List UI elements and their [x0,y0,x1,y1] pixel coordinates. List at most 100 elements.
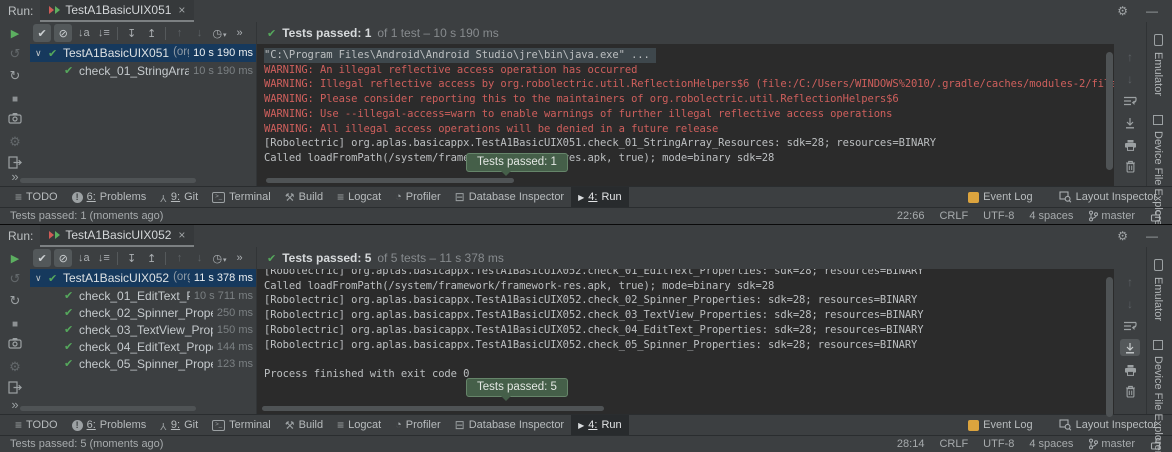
toolwindow-todo[interactable]: TODO [8,187,65,207]
show-passed-toggle[interactable]: ✔ [33,249,51,267]
encoding-indicator[interactable]: UTF-8 [983,210,1014,222]
previous-occurrence-icon[interactable]: ↑ [171,27,188,39]
up-arrow-icon[interactable]: ↑ [1120,48,1140,65]
toolwindow-database-inspector[interactable]: Database Inspector [448,187,571,207]
test-result-row[interactable]: ✔ check_03_TextView_Properties 150 ms [30,321,256,338]
run-tab[interactable]: TestA1BasicUIX052 × [40,225,194,247]
indent-indicator[interactable]: 4 spaces [1029,438,1073,450]
indent-indicator[interactable]: 4 spaces [1029,210,1073,222]
layout-inspector-button[interactable]: Layout Inspector [1052,419,1164,431]
layout-inspector-button[interactable]: Layout Inspector [1052,191,1164,203]
tab-device-file-explorer[interactable]: Device File Explorer [1152,340,1164,452]
test-result-row[interactable]: ✔ check_01_EditText_Properties 10 s 711 … [30,287,256,304]
test-result-row[interactable]: ✔ check_04_EditText_Properties 144 ms [30,338,256,355]
test-history-icon[interactable]: ◷▾ [211,27,228,40]
toolwindow-database-inspector[interactable]: Database Inspector [448,415,571,435]
trash-icon[interactable] [1120,158,1140,175]
tree-horizontal-scrollbar[interactable] [20,178,196,183]
toolwindow-build[interactable]: Build [278,415,330,435]
console-horizontal-scrollbar[interactable] [266,178,514,183]
chevron-down-icon[interactable]: ∨ [35,48,48,59]
thread-dump-camera-icon[interactable] [0,337,30,349]
tree-horizontal-scrollbar[interactable] [20,406,196,411]
toolwindow-build[interactable]: Build [278,187,330,207]
sort-by-duration-icon[interactable]: ↓≡ [95,252,112,264]
more-toolbar-icon[interactable]: » [231,27,248,39]
collapse-all-icon[interactable]: ↥ [143,252,160,265]
caret-position[interactable]: 22:66 [897,210,925,222]
test-settings-gear-icon[interactable]: ⚙ [0,134,30,149]
down-arrow-icon[interactable]: ↓ [1120,295,1140,312]
toolwindow-profiler[interactable]: Profiler [388,415,448,435]
toolwindow-problems[interactable]: 6: Problems [65,187,154,207]
git-branch-indicator[interactable]: master [1088,210,1135,222]
stop-icon[interactable]: ■ [0,92,30,107]
import-test-results-icon[interactable] [0,156,30,169]
line-ending-indicator[interactable]: CRLF [939,210,968,222]
soft-wrap-icon[interactable] [1120,317,1140,334]
trash-icon[interactable] [1120,383,1140,400]
soft-wrap-icon[interactable] [1120,92,1140,109]
toolwindow-problems[interactable]: 6: Problems [65,415,154,435]
expand-all-icon[interactable]: ↧ [123,27,140,40]
toolwindow-logcat[interactable]: Logcat [330,187,388,207]
toolwindow-terminal[interactable]: Terminal [205,415,278,435]
chevron-down-icon[interactable]: ∨ [35,273,48,284]
rerun-icon[interactable]: ↻ [0,68,30,83]
encoding-indicator[interactable]: UTF-8 [983,438,1014,450]
test-settings-gear-icon[interactable]: ⚙ [0,359,30,374]
console-horizontal-scrollbar[interactable] [262,406,604,411]
next-occurrence-icon[interactable]: ↓ [191,27,208,39]
test-suite-row[interactable]: ∨ ✔ TestA1BasicUIX051(org.aplas.basica 1… [30,44,256,62]
sort-by-duration-icon[interactable]: ↓≡ [95,27,112,39]
toolwindow-run[interactable]: 4: Run [571,187,629,207]
close-tab-icon[interactable]: × [178,228,185,242]
rerun-icon[interactable]: ↻ [0,293,30,308]
stop-icon[interactable]: ■ [0,317,30,332]
run-tab[interactable]: TestA1BasicUIX051 × [40,0,194,22]
scroll-to-end-icon[interactable] [1120,114,1140,131]
git-branch-indicator[interactable]: master [1088,438,1135,450]
tab-emulator[interactable]: Emulator [1152,34,1164,96]
console-output[interactable]: [Robolectric] org.aplas.basicappx.TestA1… [257,269,1114,414]
import-test-results-icon[interactable] [0,381,30,394]
previous-occurrence-icon[interactable]: ↑ [171,252,188,264]
toolwindow-git[interactable]: 9: Git [153,187,205,207]
scroll-to-end-icon[interactable] [1120,339,1140,356]
test-history-icon[interactable]: ◷▾ [211,252,228,265]
test-result-row[interactable]: ✔ check_01_StringArray_Resources 10 s 19… [30,62,256,79]
test-result-row[interactable]: ✔ check_02_Spinner_Properties 250 ms [30,304,256,321]
show-ignored-toggle[interactable]: ⊘ [54,249,72,267]
rerun-failed-tests-icon[interactable]: ↺ [0,271,30,286]
tab-emulator[interactable]: Emulator [1152,259,1164,321]
show-passed-toggle[interactable]: ✔ [33,24,51,42]
collapse-all-icon[interactable]: ↥ [143,27,160,40]
toolwindow-logcat[interactable]: Logcat [330,415,388,435]
toolwindow-run[interactable]: 4: Run [571,415,629,435]
console-vertical-scrollbar[interactable] [1106,52,1113,170]
print-icon[interactable] [1120,136,1140,153]
expand-all-icon[interactable]: ↧ [123,252,140,265]
rerun-tests-button[interactable]: ▶ [0,27,30,42]
event-log-button[interactable]: Event Log [961,191,1040,203]
down-arrow-icon[interactable]: ↓ [1120,70,1140,87]
rerun-failed-tests-icon[interactable]: ↺ [0,46,30,61]
sort-alphabetically-icon[interactable]: ↓a [75,27,92,39]
more-toolbar-icon[interactable]: » [231,252,248,264]
show-ignored-toggle[interactable]: ⊘ [54,24,72,42]
toolwindow-git[interactable]: 9: Git [153,415,205,435]
print-icon[interactable] [1120,361,1140,378]
close-tab-icon[interactable]: × [178,3,185,17]
caret-position[interactable]: 28:14 [897,438,925,450]
minimize-icon[interactable]: — [1146,229,1158,243]
event-log-button[interactable]: Event Log [961,419,1040,431]
up-arrow-icon[interactable]: ↑ [1120,273,1140,290]
minimize-icon[interactable]: — [1146,4,1158,18]
thread-dump-camera-icon[interactable] [0,112,30,124]
toolwindow-terminal[interactable]: Terminal [205,187,278,207]
settings-gear-icon[interactable]: ⚙ [1117,4,1128,18]
next-occurrence-icon[interactable]: ↓ [191,252,208,264]
console-vertical-scrollbar[interactable] [1106,277,1113,417]
settings-gear-icon[interactable]: ⚙ [1117,229,1128,243]
tab-device-file-explorer[interactable]: Device File Explorer [1152,115,1164,225]
